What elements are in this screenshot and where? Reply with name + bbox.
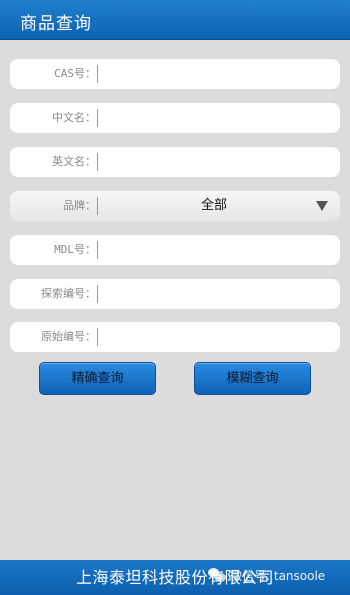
wechat-watermark: 微信号: tansoole bbox=[208, 566, 325, 584]
fuzzy-search-button[interactable]: 模糊查询 bbox=[194, 362, 311, 395]
cas-input[interactable] bbox=[102, 63, 332, 85]
origin-no-input[interactable] bbox=[102, 326, 332, 348]
brand-select[interactable]: 品牌： 全部 bbox=[10, 191, 340, 221]
search-no-field[interactable]: 探索编号： bbox=[10, 279, 340, 309]
field-divider bbox=[97, 241, 98, 259]
wechat-icon bbox=[208, 568, 226, 582]
exact-search-button[interactable]: 精确查询 bbox=[39, 362, 156, 395]
cas-label: CAS号： bbox=[54, 67, 96, 80]
field-divider bbox=[97, 153, 98, 171]
search-no-input[interactable] bbox=[102, 283, 332, 305]
mdl-label: MDL号： bbox=[54, 243, 96, 256]
en-name-label: 英文名： bbox=[52, 155, 96, 168]
cn-name-label: 中文名： bbox=[52, 111, 96, 124]
brand-label: 品牌： bbox=[63, 199, 96, 212]
en-name-input[interactable] bbox=[102, 151, 332, 173]
cas-field[interactable]: CAS号： bbox=[10, 59, 340, 89]
triangle-down-icon[interactable] bbox=[316, 201, 328, 211]
mdl-input[interactable] bbox=[102, 239, 332, 261]
mdl-field[interactable]: MDL号： bbox=[10, 235, 340, 265]
field-divider bbox=[97, 285, 98, 303]
watermark-text: 微信号: tansoole bbox=[230, 568, 326, 583]
title-bar: 商品查询 bbox=[0, 0, 350, 40]
origin-no-field[interactable]: 原始编号： bbox=[10, 322, 340, 352]
search-no-label: 探索编号： bbox=[41, 287, 96, 300]
field-divider bbox=[97, 109, 98, 127]
page-title: 商品查询 bbox=[20, 14, 92, 34]
brand-selected-value[interactable]: 全部 bbox=[98, 191, 330, 221]
origin-no-label: 原始编号： bbox=[41, 330, 96, 343]
field-divider bbox=[97, 328, 98, 346]
cn-name-input[interactable] bbox=[102, 107, 332, 129]
field-divider bbox=[97, 65, 98, 83]
cn-name-field[interactable]: 中文名： bbox=[10, 103, 340, 133]
en-name-field[interactable]: 英文名： bbox=[10, 147, 340, 177]
